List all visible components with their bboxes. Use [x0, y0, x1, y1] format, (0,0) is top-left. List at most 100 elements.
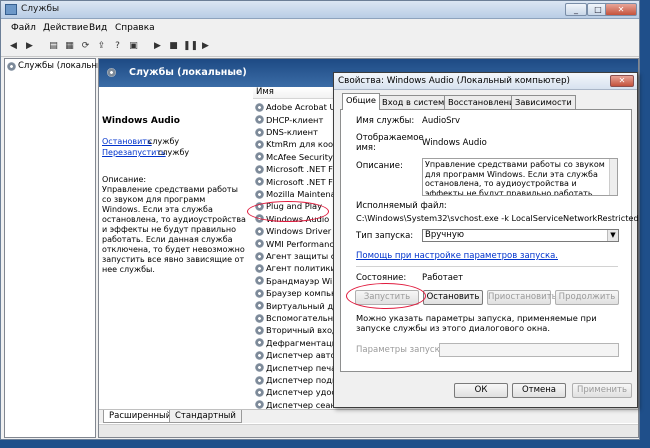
apply-button[interactable]: Применить — [572, 383, 632, 398]
gear-icon — [255, 325, 264, 335]
view-icon[interactable]: ▣ — [127, 40, 140, 53]
restart-service-link[interactable]: Перезапустить — [102, 148, 166, 158]
menu-bar: Файл Действие Вид Справка — [1, 20, 639, 37]
tab-dependencies[interactable]: Зависимости — [511, 95, 576, 109]
properties-dialog: Свойства: Windows Audio (Локальный компь… — [333, 72, 639, 408]
gear-icon — [255, 102, 264, 112]
restart-link-suffix: службу — [158, 148, 190, 157]
stop-icon[interactable]: ■ — [167, 40, 180, 53]
gear-icon — [255, 127, 264, 137]
display-name-label-1: Отображаемое — [356, 133, 424, 143]
selected-service-name: Windows Audio — [102, 116, 180, 126]
gear-icon — [255, 276, 264, 286]
menu-file[interactable]: Файл — [11, 23, 36, 33]
window-titlebar[interactable]: Службы _ □ ✕ — [1, 1, 639, 19]
general-tab-panel: Имя службы: AudioSrv Отображаемое имя: W… — [340, 109, 639, 372]
startup-help-link[interactable]: Помощь при настройке параметров запуска. — [356, 251, 558, 261]
description-text: Управление средствами работы со звуком д… — [102, 185, 246, 274]
gear-icon — [255, 350, 264, 360]
tree-node-services-local[interactable]: Службы (локальны — [7, 61, 104, 71]
gear-icon — [7, 61, 16, 71]
gear-icon — [255, 288, 264, 298]
tab-standard[interactable]: Стандартный — [169, 410, 242, 423]
resume-button[interactable]: Продолжить — [555, 290, 619, 305]
description-scrollbar[interactable] — [609, 159, 617, 195]
start-params-input[interactable] — [439, 343, 619, 357]
description-box[interactable]: Управление средствами работы со звуком д… — [422, 158, 618, 196]
highlight-circle — [247, 201, 329, 222]
gear-icon — [255, 239, 264, 249]
console-tree-icon[interactable]: ▤ — [47, 40, 60, 53]
tab-extended[interactable]: Расширенный — [103, 410, 178, 423]
gear-icon — [255, 115, 264, 125]
gear-icon — [255, 338, 264, 348]
executable-path: C:\Windows\System32\svchost.exe -k Local… — [356, 213, 639, 223]
startup-type-label: Тип запуска: — [356, 231, 414, 241]
service-row-label: DNS-клиент — [266, 127, 318, 138]
service-name-label: Имя службы: — [356, 116, 415, 126]
gear-icon — [255, 152, 264, 162]
state-value: Работает — [422, 273, 464, 283]
gear-icon — [255, 313, 264, 323]
tab-logon[interactable]: Вход в систему — [378, 95, 454, 109]
forward-icon[interactable]: ▶ — [23, 40, 36, 53]
stop-link-suffix: службу — [148, 137, 180, 146]
pane-title: Службы (локальные) — [129, 67, 247, 78]
dialog-close-icon[interactable]: ✕ — [610, 75, 634, 87]
gear-icon — [255, 387, 264, 397]
pause-icon[interactable]: ❚❚ — [183, 40, 198, 53]
gear-icon — [255, 363, 264, 373]
console-tree: Службы (локальны — [4, 58, 104, 438]
gear-icon — [255, 177, 264, 187]
separator — [356, 266, 618, 267]
gear-icon — [255, 189, 264, 199]
gear-icon — [255, 164, 264, 174]
play-icon[interactable]: ▶ — [151, 40, 164, 53]
start-params-label: Параметры запуска: — [356, 345, 448, 355]
back-icon[interactable]: ◀ — [7, 40, 20, 53]
view-tabs: Расширенный Стандартный — [99, 409, 638, 423]
service-name-value: AudioSrv — [422, 116, 461, 126]
cancel-button[interactable]: Отмена — [512, 383, 566, 398]
refresh-icon[interactable]: ⟳ — [79, 40, 92, 53]
dialog-title: Свойства: Windows Audio (Локальный компь… — [338, 76, 570, 86]
stop-button[interactable]: Остановить — [423, 290, 483, 305]
screen: Службы _ □ ✕ Файл Действие Вид Справка ◀… — [0, 0, 650, 448]
gear-icon — [107, 68, 116, 77]
close-button[interactable]: ✕ — [605, 3, 637, 16]
window-title: Службы — [21, 4, 60, 14]
help-icon[interactable]: ? — [111, 40, 124, 53]
toolbar: ◀ ▶ ▤ ▦ ⟳ ⇪ ? ▣ ▶ ■ ❚❚ ▶ — [1, 37, 639, 57]
export-icon[interactable]: ⇪ — [95, 40, 108, 53]
startup-type-select[interactable]: Вручную ▼ — [422, 229, 619, 242]
executable-label: Исполняемый файл: — [356, 201, 447, 211]
horizontal-scrollbar[interactable] — [99, 424, 638, 437]
restart-icon[interactable]: ▶ — [199, 40, 212, 53]
state-label: Состояние: — [356, 273, 407, 283]
gear-icon — [255, 251, 264, 261]
start-params-hint: Можно указать параметры запуска, применя… — [356, 313, 597, 333]
pause-button[interactable]: Приостановить — [487, 290, 557, 305]
gear-icon — [255, 139, 264, 149]
menu-action[interactable]: Действие — [43, 23, 88, 33]
gear-icon — [255, 263, 264, 273]
minimize-button[interactable]: _ — [565, 3, 587, 16]
dialog-titlebar[interactable]: Свойства: Windows Audio (Локальный компь… — [334, 73, 637, 90]
gear-icon — [255, 375, 264, 385]
stop-service-link[interactable]: Остановить — [102, 137, 152, 147]
chevron-down-icon: ▼ — [607, 230, 618, 241]
extended-description: Windows Audio Остановить службу Перезапу… — [102, 87, 248, 407]
highlight-circle — [346, 283, 426, 309]
display-name-label-2: имя: — [356, 143, 376, 153]
gear-icon — [255, 301, 264, 311]
properties-icon[interactable]: ▦ — [63, 40, 76, 53]
menu-view[interactable]: Вид — [89, 23, 107, 33]
gear-icon — [255, 226, 264, 236]
description-heading: Описание: — [102, 175, 147, 184]
menu-help[interactable]: Справка — [115, 23, 155, 33]
ok-button[interactable]: ОК — [454, 383, 508, 398]
description-label: Описание: — [356, 161, 403, 171]
service-row-label: DHCP-клиент — [266, 114, 324, 125]
tab-general[interactable]: Общие — [342, 93, 380, 110]
gear-icon — [255, 400, 264, 410]
